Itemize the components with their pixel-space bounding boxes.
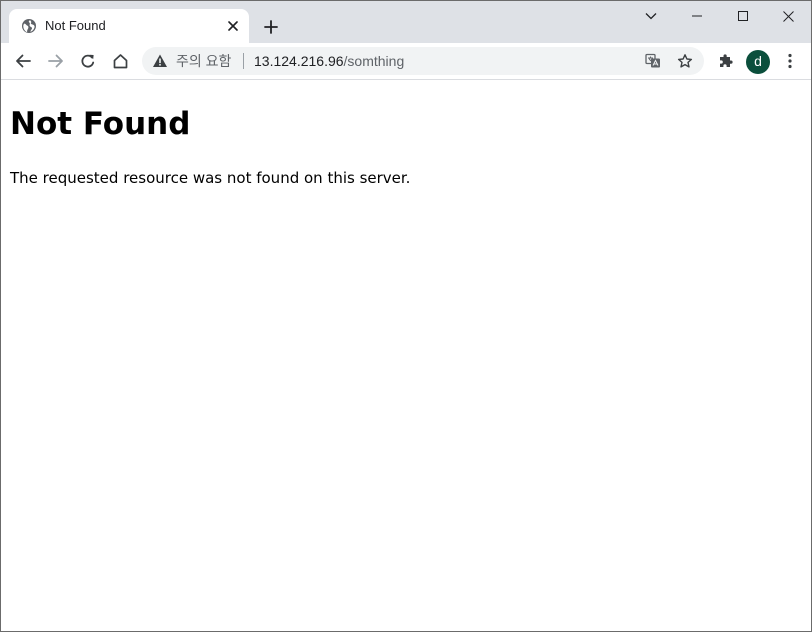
close-icon bbox=[228, 21, 238, 31]
forward-button[interactable] bbox=[42, 47, 70, 75]
home-icon bbox=[113, 54, 127, 69]
tab-title: Not Found bbox=[45, 18, 106, 33]
browser-window: Not Found 주의 요함 13.124.216.96/somthing d… bbox=[0, 0, 812, 632]
translate-button[interactable] bbox=[643, 51, 663, 71]
new-tab-button[interactable] bbox=[259, 15, 283, 39]
star-icon bbox=[677, 54, 693, 68]
minimize-button[interactable] bbox=[674, 1, 720, 31]
globe-icon bbox=[21, 18, 37, 34]
translate-icon bbox=[645, 53, 660, 68]
reload-icon bbox=[81, 54, 95, 68]
page-title: Not Found bbox=[10, 106, 191, 142]
arrow-right-icon bbox=[48, 54, 63, 68]
window-close-button[interactable] bbox=[765, 1, 811, 31]
kebab-menu-icon bbox=[788, 53, 792, 69]
tab-not-found[interactable]: Not Found bbox=[9, 9, 249, 43]
security-status-label[interactable]: 주의 요함 bbox=[176, 53, 231, 69]
minimize-icon bbox=[692, 15, 702, 17]
puzzle-icon bbox=[720, 54, 733, 67]
page-content: Not Found The requested resource was not… bbox=[1, 80, 811, 631]
home-button[interactable] bbox=[106, 47, 134, 75]
bookmark-button[interactable] bbox=[675, 51, 695, 71]
back-button[interactable] bbox=[9, 47, 37, 75]
url-host: 13.124.216.96 bbox=[254, 53, 344, 69]
profile-avatar[interactable]: d bbox=[746, 50, 770, 74]
extensions-button[interactable] bbox=[712, 47, 740, 75]
tab-close-button[interactable] bbox=[223, 16, 243, 36]
maximize-button[interactable] bbox=[720, 1, 766, 31]
browser-menu-button[interactable] bbox=[776, 47, 804, 75]
maximize-icon bbox=[738, 11, 748, 21]
reload-button[interactable] bbox=[74, 47, 102, 75]
close-icon bbox=[782, 10, 794, 22]
plus-icon bbox=[264, 20, 278, 34]
chevron-down-icon bbox=[645, 13, 657, 20]
url-text[interactable]: 13.124.216.96/somthing bbox=[254, 53, 404, 69]
address-bar[interactable]: 주의 요함 13.124.216.96/somthing bbox=[142, 47, 704, 75]
omnibox-divider bbox=[243, 53, 244, 69]
url-path: /somthing bbox=[343, 53, 405, 69]
warning-icon[interactable] bbox=[152, 53, 168, 69]
error-message: The requested resource was not found on … bbox=[10, 169, 411, 187]
browser-toolbar: 주의 요함 13.124.216.96/somthing bbox=[1, 43, 811, 80]
tab-strip: Not Found bbox=[1, 1, 811, 43]
arrow-left-icon bbox=[16, 54, 31, 68]
tab-search-button[interactable] bbox=[628, 1, 674, 31]
